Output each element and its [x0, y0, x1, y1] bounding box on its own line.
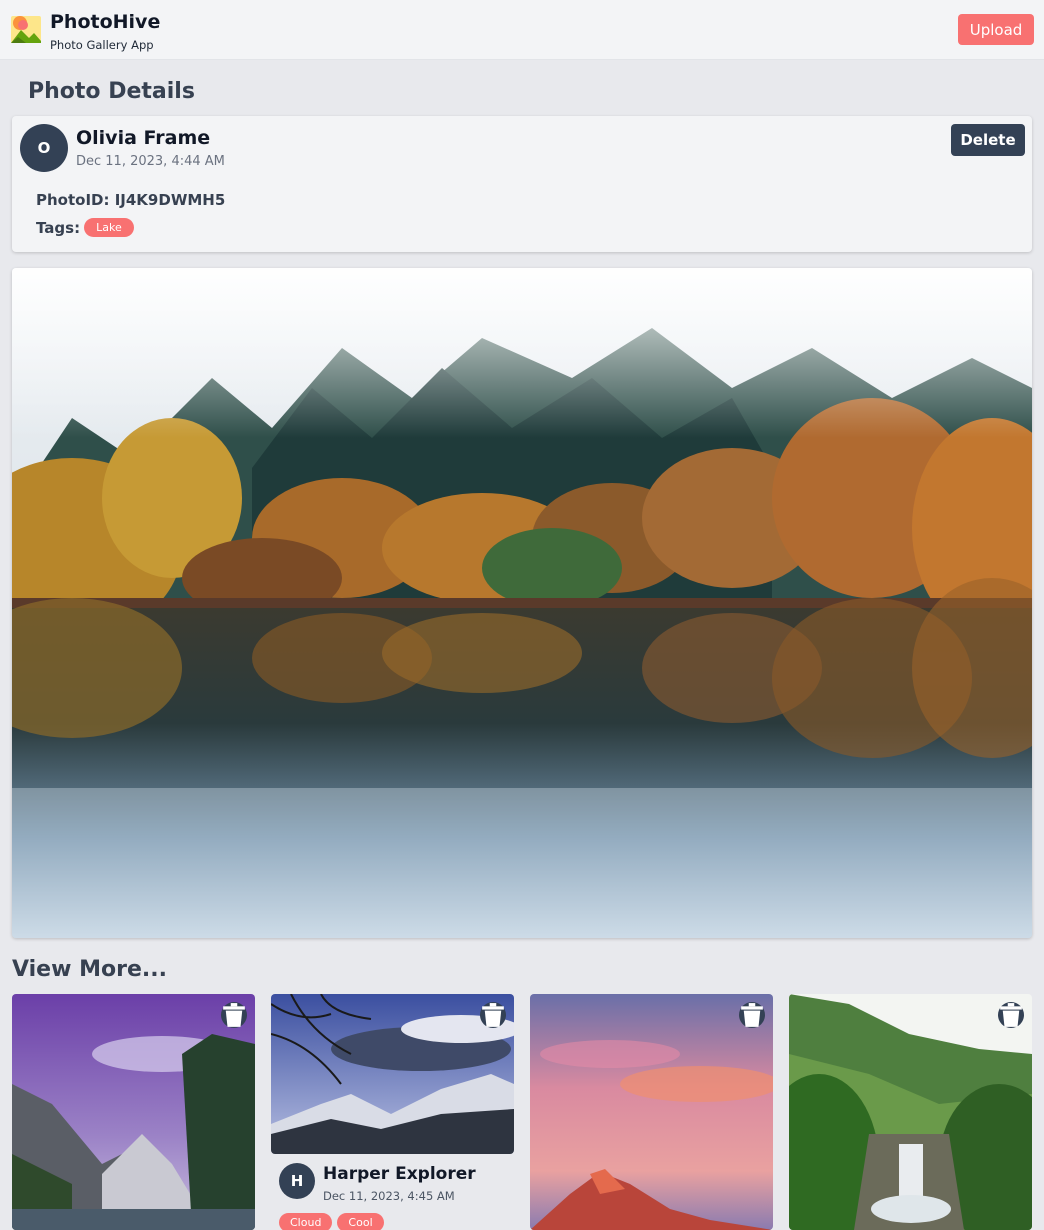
- tags-label: Tags:: [36, 218, 81, 237]
- author-avatar[interactable]: O: [20, 124, 68, 172]
- photo-id: PhotoID: IJ4K9DWMH5: [36, 191, 226, 209]
- gallery-thumb[interactable]: [789, 994, 1032, 1230]
- trash-icon[interactable]: [221, 1002, 247, 1028]
- photo-landscape-icon[interactable]: [10, 13, 42, 45]
- top-bar: PhotoHive Photo Gallery App Upload: [0, 0, 1044, 60]
- thumb-author-info: H Harper Explorer Dec 11, 2023, 4:45 AM …: [271, 1155, 514, 1230]
- app-subtitle: Photo Gallery App: [50, 38, 154, 52]
- photo-date: Dec 11, 2023, 4:44 AM: [76, 154, 225, 169]
- photo-date: Dec 11, 2023, 4:45 AM: [323, 1189, 455, 1203]
- delete-button[interactable]: Delete: [951, 124, 1025, 156]
- gallery-thumb[interactable]: [271, 994, 514, 1154]
- tag-chip[interactable]: Cloud: [279, 1213, 333, 1230]
- tag-chip[interactable]: Lake: [84, 218, 134, 237]
- author-name[interactable]: Olivia Frame: [76, 127, 210, 149]
- photo-details-card: O Olivia Frame Dec 11, 2023, 4:44 AM Del…: [12, 116, 1032, 252]
- author-name[interactable]: Harper Explorer: [323, 1164, 476, 1184]
- main-photo[interactable]: [12, 268, 1032, 938]
- tag-chip[interactable]: Cool: [337, 1213, 384, 1230]
- view-more-heading: View More...: [12, 957, 167, 982]
- page-title: Photo Details: [28, 79, 195, 104]
- trash-icon[interactable]: [739, 1002, 765, 1028]
- trash-icon[interactable]: [998, 1002, 1024, 1028]
- tags-row: Cloud Cool: [279, 1213, 384, 1230]
- gallery-thumb[interactable]: [530, 994, 773, 1230]
- author-avatar[interactable]: H: [279, 1163, 315, 1199]
- tags-row: Tags: Lake: [36, 218, 134, 237]
- gallery-thumb[interactable]: [12, 994, 255, 1230]
- upload-button[interactable]: Upload: [958, 14, 1034, 45]
- trash-icon[interactable]: [480, 1002, 506, 1028]
- app-name: PhotoHive: [50, 11, 161, 33]
